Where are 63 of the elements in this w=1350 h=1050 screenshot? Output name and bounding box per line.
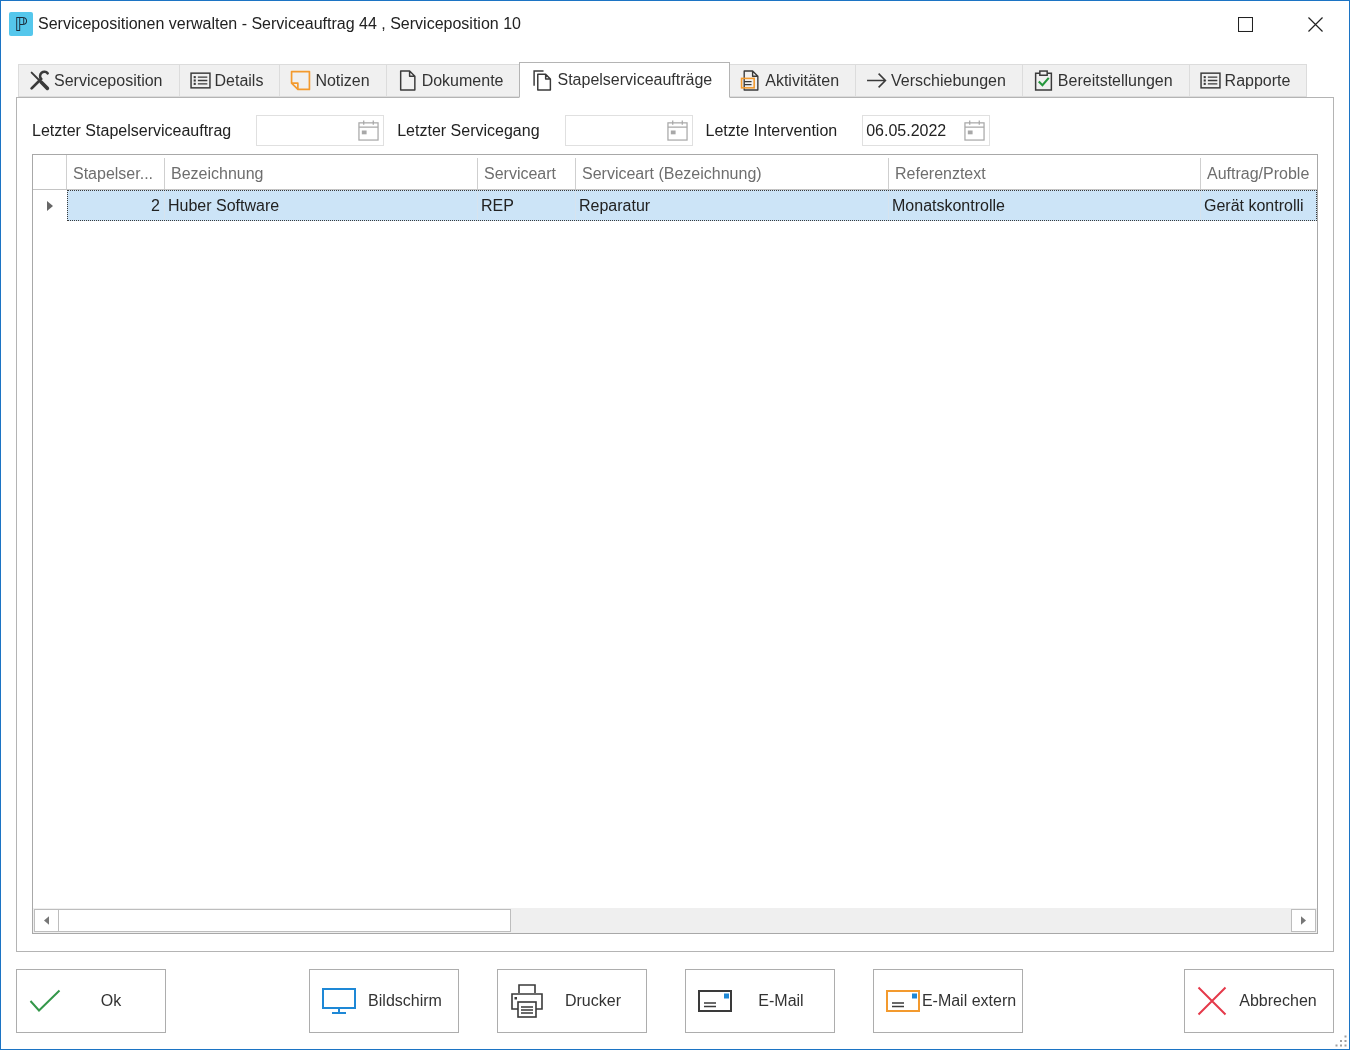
date-field[interactable] [564, 115, 693, 146]
table-cell-text: Gerät kontrolli [1203, 195, 1305, 216]
tab[interactable]: Details [178, 64, 281, 97]
window-title: Servicepositionen verwalten - Serviceauftrag 44 , Serviceposition 10 [38, 15, 521, 33]
column-header[interactable]: Serviceart [478, 158, 576, 189]
tools-icon [29, 70, 50, 91]
resize-grip-icon[interactable] [1335, 1035, 1347, 1047]
date-field[interactable] [256, 115, 385, 146]
arrow-right-icon [866, 70, 888, 91]
screen-button[interactable]: Bildschirm [309, 969, 459, 1033]
maximize-icon [1237, 16, 1253, 32]
table-cell: REP [478, 191, 576, 220]
column-header[interactable]: Auftrag/Proble [1201, 158, 1317, 189]
printer-icon [510, 984, 544, 1018]
row-indicator-icon [47, 200, 53, 211]
list-icon [189, 70, 211, 91]
left-arrow-icon [44, 916, 49, 925]
tab[interactable]: Notizen [279, 64, 387, 97]
tab[interactable]: Dokumente [385, 64, 521, 97]
printer-button[interactable]: Drucker [497, 969, 647, 1033]
right-arrow-icon [1301, 916, 1306, 925]
close-icon [1307, 16, 1323, 32]
table-cell: Huber Software [165, 191, 478, 220]
tab[interactable]: Rapporte [1188, 64, 1308, 97]
external-email-button[interactable]: E-Mail extern [873, 969, 1023, 1033]
horizontal-scrollbar[interactable] [33, 908, 1317, 933]
envelope-icon [698, 990, 732, 1012]
column-header[interactable]: Serviceart (Bezeichnung) [576, 158, 889, 189]
calendar-icon[interactable] [358, 120, 380, 141]
documents-icon [532, 69, 554, 91]
calendar-icon[interactable] [964, 120, 986, 141]
cancel-button[interactable]: Abbrechen [1184, 969, 1334, 1033]
date-field[interactable]: 06.05.2022 [862, 115, 991, 146]
scroll-left-button[interactable] [34, 909, 59, 932]
scroll-right-button[interactable] [1291, 909, 1316, 932]
list-icon [1199, 70, 1221, 91]
tab[interactable]: Stapelserviceaufträge [519, 62, 731, 98]
monitor-icon [322, 988, 356, 1014]
calendar-icon[interactable] [666, 120, 688, 141]
field-label: Letzter Servicegang [397, 121, 540, 140]
scrollbar-thumb[interactable] [59, 909, 511, 932]
tab[interactable]: Aktivitäten [729, 64, 857, 97]
note-icon [290, 70, 312, 91]
envelope-icon [886, 990, 920, 1012]
table-row[interactable]: 2 Huber Software REP Reparatur Monatskontrolle Gerät kontrolli [67, 190, 1317, 221]
app-icon: ℙ [9, 12, 33, 36]
tab[interactable]: Verschiebungen [855, 64, 1023, 97]
column-header[interactable]: Referenztext [889, 158, 1201, 189]
table-cell: Monatskontrolle [889, 191, 1201, 220]
email-button[interactable]: E-Mail [685, 969, 835, 1033]
column-header[interactable]: Bezeichnung [165, 158, 478, 189]
notepad-icon [740, 70, 762, 91]
field-label: Letzter Stapelserviceauftrag [32, 121, 232, 140]
table-cell: Reparatur [576, 191, 889, 220]
ok-button[interactable]: Ok [16, 969, 166, 1033]
check-icon [29, 989, 61, 1013]
table-cell: 2 [68, 191, 165, 220]
cross-icon [1197, 986, 1227, 1016]
clipboard-check-icon [1032, 70, 1054, 91]
tab[interactable]: Serviceposition [18, 64, 180, 97]
field-label: Letzte Intervention [705, 121, 838, 140]
tab[interactable]: Bereitstellungen [1021, 64, 1190, 97]
column-header[interactable]: Stapelser... [67, 158, 165, 189]
